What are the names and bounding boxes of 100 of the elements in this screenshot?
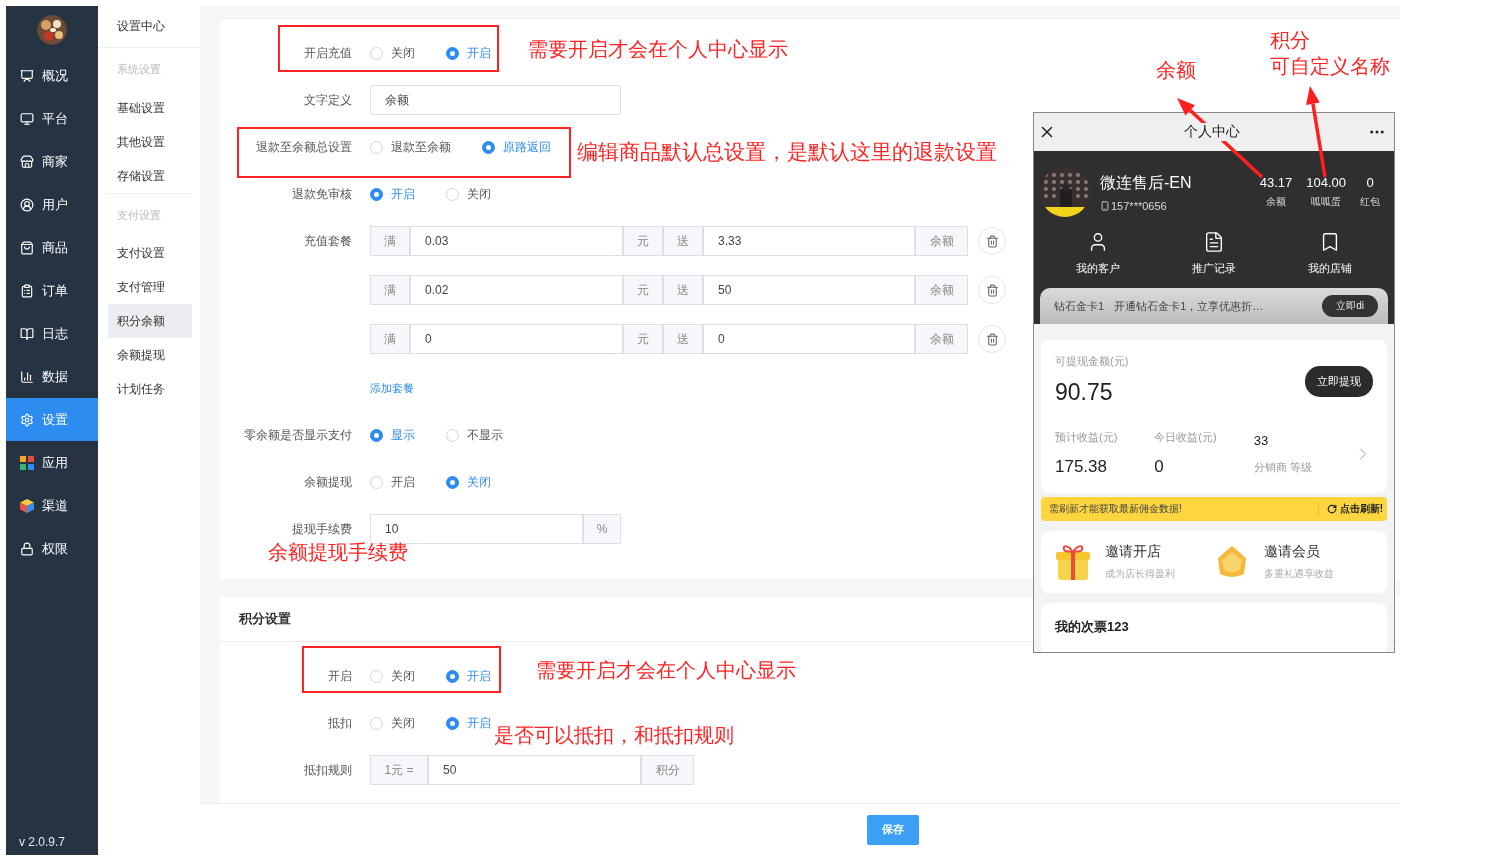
invite-title[interactable]: 邀请会员 (1264, 543, 1334, 561)
sidebar-item[interactable]: 商品 (6, 226, 98, 269)
withdraw-button[interactable]: 立即提现 (1305, 366, 1373, 397)
submenu-item[interactable]: 支付设置 (108, 236, 192, 270)
delete-button[interactable] (978, 325, 1006, 353)
input-field[interactable]: 0.02 (410, 275, 623, 305)
trash-icon (985, 332, 999, 346)
phone-number: 157***0656 (1111, 199, 1167, 212)
submenu-item[interactable]: 计划任务 (108, 372, 192, 406)
gift-icon (1055, 543, 1091, 581)
annotation-text: 编辑商品默认总设置，是默认这里的退款设置 (577, 140, 997, 165)
invite-title[interactable]: 邀请开店 (1105, 543, 1175, 561)
radio-option[interactable]: 开启 (446, 44, 491, 62)
book-icon (20, 326, 34, 341)
banner-text: 开通钻石金卡1，立享优惠折… (1114, 298, 1264, 314)
input-addon: 元 (623, 275, 663, 305)
submenu-item[interactable]: 余额提现 (108, 338, 192, 372)
user-icon (20, 197, 34, 212)
rank-value: 33 (1253, 432, 1270, 448)
radio-option[interactable]: 关闭 (370, 44, 415, 62)
lock-icon (20, 541, 34, 556)
document-icon[interactable] (1203, 231, 1225, 253)
submenu-item[interactable]: 支付管理 (108, 270, 192, 304)
sidebar-item[interactable]: 订单 (6, 269, 98, 312)
annotation-text: 余额 (1156, 59, 1196, 83)
radio-option[interactable]: 关闭 (370, 714, 415, 732)
add-link[interactable]: 添加套餐 (370, 373, 414, 403)
refresh-icon (1326, 504, 1337, 514)
sidebar-item[interactable]: 应用 (6, 441, 98, 484)
cube-icon (20, 498, 34, 513)
radio-option[interactable]: 开启 (370, 473, 415, 491)
input-addon: 送 (663, 275, 703, 305)
radio-option[interactable]: 关闭 (446, 473, 491, 491)
card-name: 钻石金卡1 (1054, 298, 1105, 314)
input-addon: 满 (370, 324, 410, 354)
submenu-item[interactable]: 其他设置 (108, 125, 192, 159)
stat-value: 0 (1366, 175, 1374, 190)
input-field[interactable]: 50 (428, 755, 641, 785)
group-heading: 系统设置 (116, 62, 162, 77)
delete-button[interactable] (978, 227, 1006, 255)
radio-option[interactable]: 关闭 (446, 185, 491, 203)
open-button[interactable]: 立即di (1322, 295, 1378, 317)
version-text: v 2.0.9.7 (18, 835, 67, 851)
section-title: 积分设置 (239, 610, 291, 628)
submenu-item[interactable]: 基础设置 (108, 91, 192, 125)
field-label: 开启 (327, 668, 352, 685)
refresh-link[interactable]: 点击刷新! (1317, 502, 1383, 516)
bag-icon (20, 240, 34, 255)
input-addon: 满 (370, 226, 410, 256)
field-label: 抵扣规则 (303, 762, 352, 779)
radio-option[interactable]: 关闭 (370, 667, 415, 685)
chart-icon (20, 68, 34, 83)
input-field[interactable]: 0 (703, 324, 915, 354)
input-field[interactable]: 50 (703, 275, 915, 305)
annotation-text: 是否可以抵扣，和抵扣规则 (494, 724, 734, 748)
sidebar-item[interactable]: 数据 (6, 355, 98, 398)
submenu-item[interactable]: 积分余额 (108, 304, 192, 338)
radio-option[interactable]: 原路返回 (482, 138, 551, 156)
input-addon: 元 (623, 324, 663, 354)
shortcut-label[interactable]: 我的客户 (1076, 261, 1120, 276)
input-field[interactable]: 3.33 (703, 226, 915, 256)
user-name: 微连售后-EN (1100, 172, 1193, 193)
bar-chart-icon (20, 369, 34, 384)
phone-title: 个人中心 (1182, 123, 1242, 141)
input-addon: 余额 (915, 226, 968, 256)
stat-label: 红包 (1360, 195, 1380, 209)
clipboard-icon (20, 283, 34, 298)
shortcut-label[interactable]: 我的店铺 (1308, 261, 1352, 276)
radio-option[interactable]: 开启 (370, 185, 415, 203)
sidebar-item[interactable]: 权限 (6, 527, 98, 570)
field-label: 抵扣 (327, 715, 352, 732)
radio-option[interactable]: 开启 (446, 667, 491, 685)
radio-option[interactable]: 开启 (446, 714, 491, 732)
field-label: 余额提现 (303, 474, 352, 491)
sidebar-item[interactable]: 渠道 (6, 484, 98, 527)
field-label: 充值套餐 (303, 233, 352, 250)
delete-button[interactable] (978, 276, 1006, 304)
section-title: 我的次票123 (1055, 619, 1129, 634)
trash-icon (985, 234, 999, 248)
sidebar-item[interactable]: 商家 (6, 140, 98, 183)
input-field[interactable]: 0.03 (410, 226, 623, 256)
settings-icon (20, 412, 34, 427)
radio-option[interactable]: 显示 (370, 426, 415, 444)
stat-label: 呱呱蛋 (1311, 195, 1342, 209)
input-field[interactable]: 0 (410, 324, 623, 354)
shortcut-label[interactable]: 推广记录 (1192, 261, 1236, 276)
sidebar-item[interactable]: 平台 (6, 97, 98, 140)
input-addon: 余额 (915, 275, 968, 305)
group-heading: 支付设置 (116, 207, 162, 223)
radio-option[interactable]: 不显示 (446, 426, 503, 444)
sidebar-item[interactable]: 日志 (6, 312, 98, 355)
annotation-text: 积分 (1270, 29, 1310, 53)
invite-subtitle: 多重礼遇享收益 (1264, 567, 1334, 581)
sidebar-item[interactable]: 用户 (6, 183, 98, 226)
stat-value: 175.38 (1055, 457, 1108, 477)
input-addon: 1元 = (370, 755, 428, 785)
sidebar-item[interactable]: 概况 (6, 54, 98, 97)
submenu-item[interactable]: 存储设置 (108, 159, 192, 193)
input-field[interactable]: 余额 (370, 85, 621, 115)
radio-option[interactable]: 退款至余额 (370, 138, 451, 156)
